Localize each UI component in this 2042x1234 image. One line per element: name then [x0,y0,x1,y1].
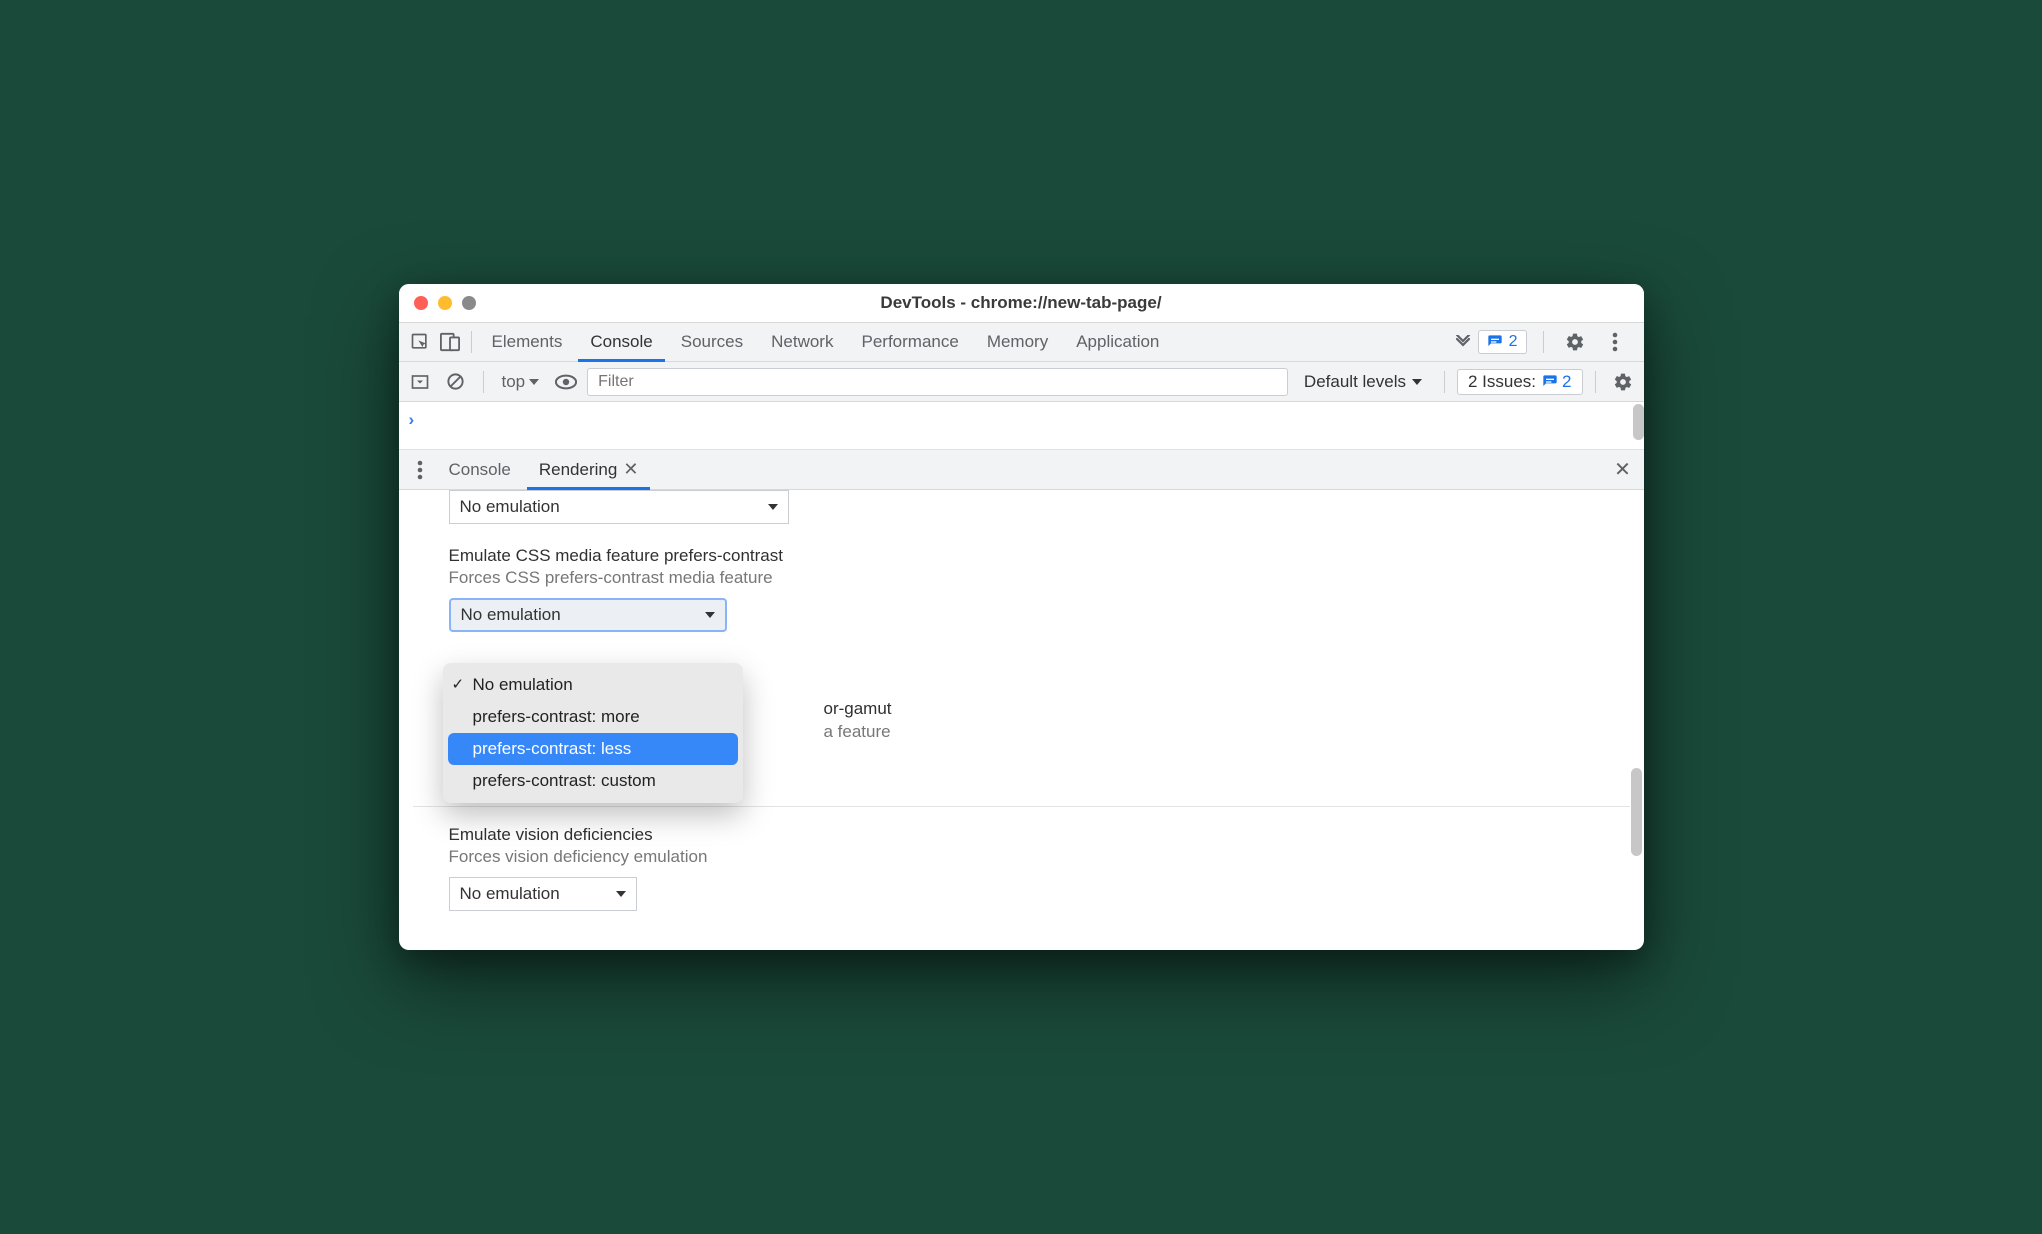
section-subtitle-fragment: a feature [824,722,891,742]
levels-label: Default levels [1304,372,1406,392]
tab-performance[interactable]: Performance [847,323,972,361]
devtools-window: DevTools - chrome://new-tab-page/ Elemen… [399,284,1644,950]
execution-context-selector[interactable]: top [496,372,546,392]
dropdown-option-more[interactable]: prefers-contrast: more [443,701,743,733]
option-label: No emulation [473,675,573,695]
chevron-down-icon [768,504,778,510]
kebab-menu-icon[interactable] [1600,327,1630,357]
select-value: No emulation [460,497,560,517]
separator [1543,331,1544,353]
console-toolbar: top Default levels 2 Issues: 2 [399,362,1644,402]
drawer-tab-rendering[interactable]: Rendering ✕ [525,450,653,489]
show-console-sidebar-icon[interactable] [405,367,435,397]
tab-memory[interactable]: Memory [973,323,1062,361]
chevron-down-icon [705,612,715,618]
drawer-tab-bar: Console Rendering ✕ ✕ [399,450,1644,490]
drawer-tab-list: Console Rendering ✕ [435,450,1608,489]
chevron-down-icon [529,379,539,385]
console-settings-icon[interactable] [1608,367,1638,397]
drawer-kebab-icon[interactable] [405,455,435,485]
divider [413,806,1630,807]
traffic-lights [399,296,476,310]
close-window-button[interactable] [414,296,428,310]
drawer-tab-console[interactable]: Console [435,450,525,489]
dropdown-option-less[interactable]: prefers-contrast: less [448,733,738,765]
select-prefers-contrast[interactable]: No emulation [449,598,727,632]
rendering-panel: No emulation Emulate CSS media feature p… [399,490,1644,950]
live-expression-icon[interactable] [551,367,581,397]
drawer-tab-rendering-label: Rendering [539,460,617,480]
maximize-window-button[interactable] [462,296,476,310]
section-title-fragment: or-gamut [824,699,892,719]
issues-link[interactable]: 2 Issues: 2 [1457,369,1583,395]
dropdown-option-no-emulation[interactable]: ✓ No emulation [443,669,743,701]
console-prompt-icon: › [409,410,415,430]
filter-input[interactable] [587,368,1288,396]
issues-badge-icon: 2 [1542,372,1571,392]
issues-count2: 2 [1562,372,1571,392]
section-title: Emulate CSS media feature prefers-contra… [449,546,1594,566]
option-label: prefers-contrast: more [473,707,640,727]
window-title: DevTools - chrome://new-tab-page/ [880,293,1161,313]
inspect-icon[interactable] [405,327,435,357]
context-label: top [502,372,526,392]
clear-console-icon[interactable] [441,367,471,397]
minimize-window-button[interactable] [438,296,452,310]
tab-elements[interactable]: Elements [478,323,577,361]
console-output-area[interactable]: › [399,402,1644,450]
select-generic-emulation[interactable]: No emulation [449,490,789,524]
separator [1595,371,1596,393]
tab-application[interactable]: Application [1062,323,1173,361]
section-title: Emulate vision deficiencies [449,825,1594,845]
prefers-contrast-dropdown: ✓ No emulation prefers-contrast: more pr… [443,663,743,803]
main-tab-list: Elements Console Sources Network Perform… [478,323,1448,361]
rendering-section-prefers-contrast: Emulate CSS media feature prefers-contra… [399,538,1644,646]
close-tab-icon[interactable]: ✕ [623,459,638,480]
option-label: prefers-contrast: less [473,739,632,759]
check-icon: ✓ [452,675,465,693]
section-subtitle: Forces vision deficiency emulation [449,847,1594,867]
scrollbar-thumb[interactable] [1633,404,1644,440]
device-toggle-icon[interactable] [435,327,465,357]
drawer-close-icon[interactable]: ✕ [1608,455,1638,485]
select-vision-deficiency[interactable]: No emulation [449,877,637,911]
log-levels-selector[interactable]: Default levels [1294,372,1432,392]
titlebar: DevTools - chrome://new-tab-page/ [399,284,1644,322]
tab-console[interactable]: Console [576,323,666,361]
separator [483,371,484,393]
scrollbar-thumb[interactable] [1631,768,1642,856]
rendering-section-top: No emulation [399,490,1644,538]
chevron-down-icon [1412,379,1422,385]
main-tab-right-tools: 2 [1478,327,1638,357]
option-label: prefers-contrast: custom [473,771,656,791]
tab-sources[interactable]: Sources [667,323,757,361]
separator [1444,371,1445,393]
more-tabs-icon[interactable] [1448,327,1478,357]
main-tab-bar: Elements Console Sources Network Perform… [399,322,1644,362]
select-value: No emulation [461,605,561,625]
issues-count: 2 [1509,333,1518,351]
chevron-down-icon [616,891,626,897]
settings-icon[interactable] [1560,327,1590,357]
dropdown-option-custom[interactable]: prefers-contrast: custom [443,765,743,797]
issues-text: 2 Issues: [1468,372,1536,392]
rendering-section-vision: Emulate vision deficiencies Forces visio… [399,817,1644,925]
separator [471,331,472,353]
tab-network[interactable]: Network [757,323,847,361]
section-subtitle: Forces CSS prefers-contrast media featur… [449,568,1594,588]
issues-indicator[interactable]: 2 [1478,330,1527,354]
select-value: No emulation [460,884,560,904]
